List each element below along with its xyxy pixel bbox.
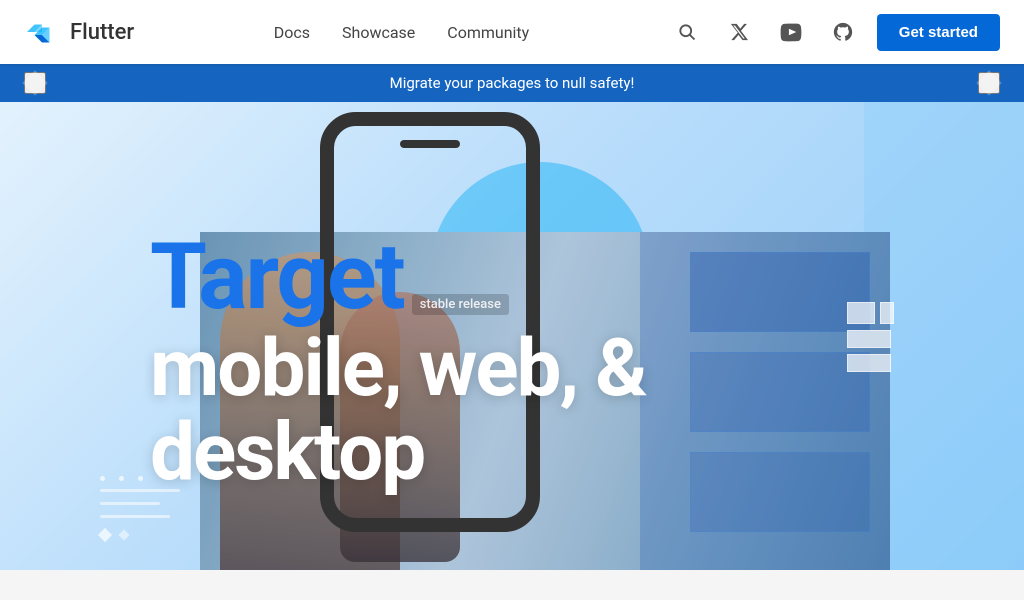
nav-community[interactable]: Community xyxy=(447,23,529,42)
search-button[interactable] xyxy=(669,14,705,50)
deco-diamond-2 xyxy=(118,529,129,540)
navbar: Flutter Docs Showcase Community xyxy=(0,0,1024,64)
deco-rect-2 xyxy=(880,302,894,324)
flutter-logo-icon xyxy=(24,14,60,50)
deco-dot-2 xyxy=(119,476,124,481)
deco-rect-3 xyxy=(847,330,891,348)
deco-line-3 xyxy=(100,515,170,518)
logo-link[interactable]: Flutter xyxy=(24,14,134,50)
deco-line-1 xyxy=(100,489,180,492)
deco-rect-1 xyxy=(847,302,875,324)
twitter-button[interactable] xyxy=(721,14,757,50)
hero-photo xyxy=(200,232,890,570)
banner-prev-icon xyxy=(22,70,47,95)
github-button[interactable] xyxy=(825,14,861,50)
logo-text: Flutter xyxy=(70,20,134,45)
youtube-button[interactable] xyxy=(773,14,809,50)
phone-frame xyxy=(320,112,540,532)
get-started-button[interactable]: Get started xyxy=(877,14,1000,51)
nav-showcase[interactable]: Showcase xyxy=(342,23,415,42)
banner-prev-button[interactable] xyxy=(24,72,46,94)
deco-dot-3 xyxy=(138,476,143,481)
announcement-banner: Migrate your packages to null safety! xyxy=(0,64,1024,102)
banner-next-icon xyxy=(976,70,1001,95)
deco-grid xyxy=(847,302,894,372)
deco-diamond-row xyxy=(100,530,180,540)
github-icon xyxy=(832,21,854,43)
search-icon xyxy=(677,22,697,42)
banner-next-button[interactable] xyxy=(978,72,1000,94)
deco-diamond-1 xyxy=(98,528,112,542)
twitter-icon xyxy=(729,22,749,42)
deco-bottom-left xyxy=(100,476,180,540)
nav-links: Docs Showcase Community xyxy=(274,23,530,42)
deco-line-2 xyxy=(100,502,160,505)
banner-message: Migrate your packages to null safety! xyxy=(390,74,635,92)
youtube-icon xyxy=(780,21,802,43)
nav-docs[interactable]: Docs xyxy=(274,23,310,42)
hero-section: Target stable release mobile, web, & des… xyxy=(0,102,1024,570)
nav-icons: Get started xyxy=(669,14,1000,51)
deco-rect-4 xyxy=(847,354,891,372)
deco-dot-1 xyxy=(100,476,105,481)
